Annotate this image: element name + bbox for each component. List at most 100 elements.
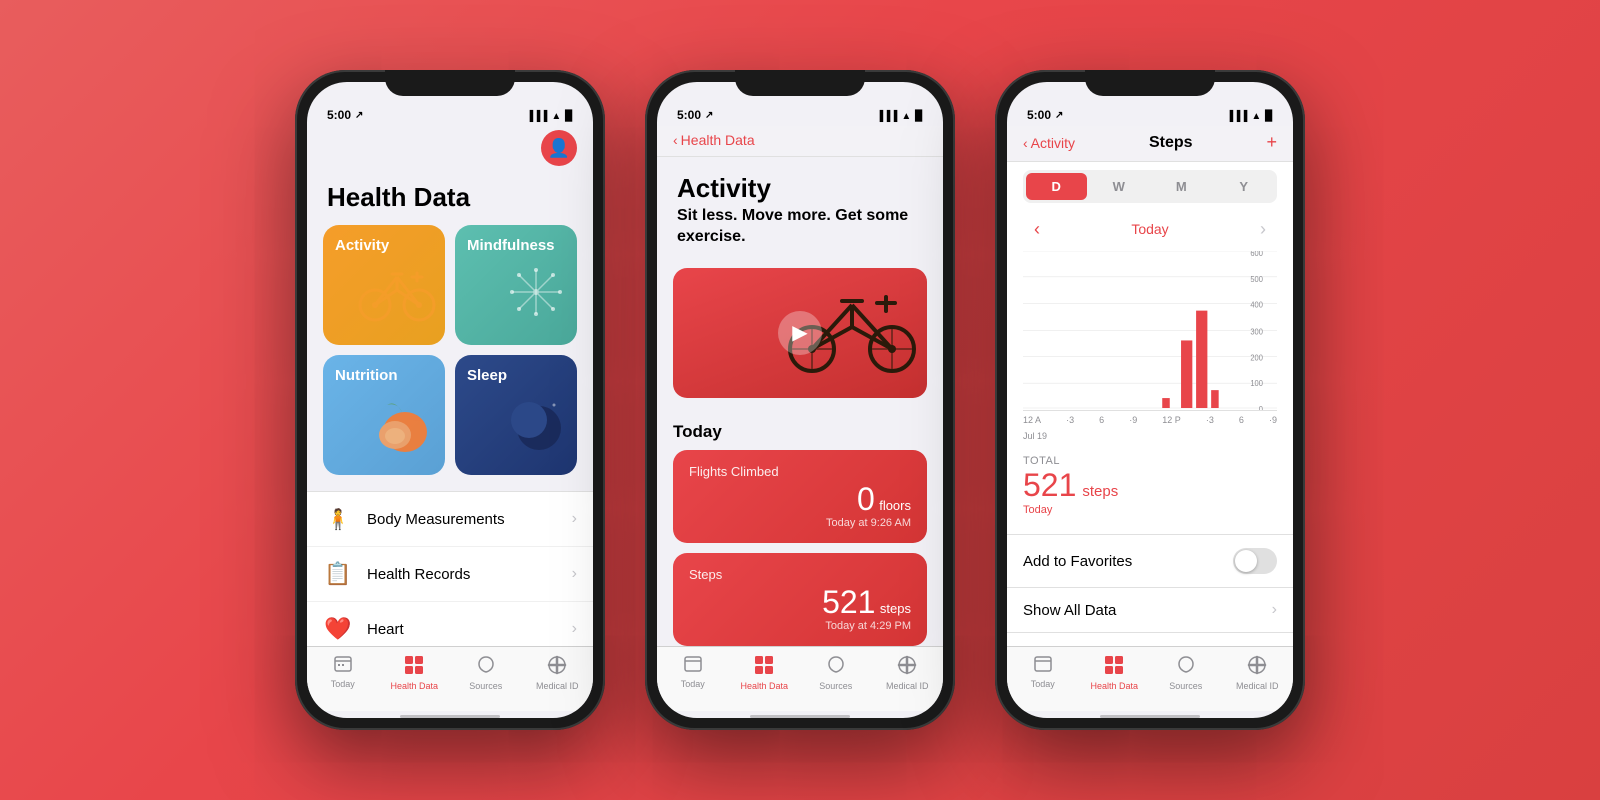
svg-text:600: 600	[1250, 251, 1263, 258]
tab-sources-3[interactable]: Sources	[1158, 655, 1213, 691]
steps-screen: D W M Y ‹ Today ›	[1007, 162, 1293, 646]
profile-button[interactable]: 👤	[541, 130, 577, 166]
sleep-icon	[504, 390, 569, 467]
profile-icon: 👤	[548, 138, 570, 159]
back-button-3[interactable]: ‹ Activity	[1023, 135, 1075, 151]
add-favorites-item[interactable]: Add to Favorites	[1007, 535, 1293, 588]
time-1: 5:00	[327, 108, 351, 122]
tab-sources-2[interactable]: Sources	[808, 655, 863, 691]
phone-3: 5:00 ↗ ▐▐▐ ▲ ▉ ‹ Activity Steps +	[995, 70, 1305, 730]
tab-today-2[interactable]: Today	[665, 655, 720, 691]
activity-video[interactable]: ▶	[673, 268, 927, 398]
today-label-3: Today	[1031, 679, 1055, 689]
tab-week[interactable]: W	[1089, 173, 1150, 200]
chart-prev-button[interactable]: ‹	[1023, 215, 1051, 243]
tab-today-3[interactable]: Today	[1015, 655, 1070, 691]
activity-screen: Activity Sit less. Move more. Get some e…	[657, 157, 943, 646]
medicalid-icon-3	[1247, 655, 1267, 678]
tab-sources-1[interactable]: Sources	[458, 655, 513, 691]
list-item-heart[interactable]: ❤️ Heart ›	[307, 602, 593, 646]
tab-healthdata-2[interactable]: Health Data	[737, 655, 792, 691]
metric-steps[interactable]: Steps 521 steps Today at 4:29 PM	[673, 553, 927, 646]
metric-flights[interactable]: Flights Climbed 0 floors Today at 9:26 A…	[673, 450, 927, 543]
home-indicator-1	[400, 715, 500, 718]
tab-bar-1: Today Health Data Sources	[307, 646, 593, 711]
location-icon-2: ↗	[705, 110, 713, 121]
play-button[interactable]: ▶	[778, 311, 822, 355]
notch-2	[735, 70, 865, 96]
back-label-3: Activity	[1031, 135, 1075, 151]
activity-icon	[357, 255, 437, 337]
steps-chart: 600 500 400 300 200 100 0	[1023, 251, 1277, 411]
svg-text:100: 100	[1250, 379, 1263, 388]
svg-text:400: 400	[1250, 300, 1263, 309]
chart-period-label: Today	[1131, 221, 1168, 237]
tab-healthdata-1[interactable]: Health Data	[387, 655, 442, 691]
healthdata-icon-3	[1104, 655, 1124, 678]
tab-medicalid-2[interactable]: Medical ID	[880, 655, 935, 691]
flights-label: Flights Climbed	[689, 464, 911, 479]
flights-value: 0	[857, 481, 875, 517]
tab-healthdata-3[interactable]: Health Data	[1087, 655, 1142, 691]
tab-month[interactable]: M	[1151, 173, 1212, 200]
tab-medicalid-1[interactable]: Medical ID	[530, 655, 585, 691]
time-3: 5:00	[1027, 108, 1051, 122]
battery-icon-1: ▉	[565, 111, 573, 122]
steps-settings: Add to Favorites Show All Data › Data So…	[1007, 534, 1293, 646]
activity-title: Activity	[677, 173, 923, 204]
chart-navigation: ‹ Today ›	[1007, 211, 1293, 251]
flights-time: Today at 9:26 AM	[826, 517, 911, 529]
location-icon-3: ↗	[1055, 110, 1063, 121]
show-all-data-label: Show All Data	[1023, 602, 1116, 619]
steps-nav-title: Steps	[1149, 134, 1193, 152]
back-label-2: Health Data	[681, 132, 755, 148]
activity-label: Activity	[335, 237, 389, 254]
phone-1: 5:00 ↗ ▐▐▐ ▲ ▉ 👤 Health Data	[295, 70, 605, 730]
add-button-3[interactable]: +	[1266, 132, 1277, 153]
list-item-body[interactable]: 🧍 Body Measurements ›	[307, 492, 593, 547]
medicalid-icon-1	[547, 655, 567, 678]
signal-icon-3: ▐▐▐	[1226, 111, 1247, 122]
heart-icon: ❤️	[323, 614, 353, 644]
category-nutrition[interactable]: Nutrition	[323, 355, 445, 475]
data-sources-item[interactable]: Data Sources & Access ›	[1007, 633, 1293, 646]
category-mindfulness[interactable]: Mindfulness	[455, 225, 577, 345]
tab-bar-3: Today Health Data Sources	[1007, 646, 1293, 711]
healthdata-label-3: Health Data	[1090, 681, 1138, 691]
signal-icon-1: ▐▐▐	[526, 111, 547, 122]
chart-date: Jul 19	[1007, 429, 1293, 445]
chart-next-button[interactable]: ›	[1249, 215, 1277, 243]
today-icon-3	[1033, 655, 1053, 676]
list-item-records[interactable]: 📋 Health Records ›	[307, 547, 593, 602]
svg-text:200: 200	[1250, 353, 1263, 362]
healthdata-icon-1	[404, 655, 424, 678]
tab-today-1[interactable]: Today	[315, 655, 370, 691]
health-data-screen: Health Data Activity	[307, 166, 593, 646]
back-button-2[interactable]: ‹ Health Data	[673, 132, 755, 148]
home-indicator-2	[750, 715, 850, 718]
signal-icon-2: ▐▐▐	[876, 111, 897, 122]
tab-medicalid-3[interactable]: Medical ID	[1230, 655, 1285, 691]
today-label-1: Today	[331, 679, 355, 689]
svg-text:500: 500	[1250, 275, 1263, 284]
category-sleep[interactable]: Sleep	[455, 355, 577, 475]
favorites-toggle[interactable]	[1233, 548, 1277, 574]
show-all-data-item[interactable]: Show All Data ›	[1007, 588, 1293, 633]
steps-unit-2: steps	[880, 601, 911, 616]
body-measurements-label: Body Measurements	[367, 511, 558, 528]
nav-bar-3: ‹ Activity Steps +	[1007, 126, 1293, 162]
notch-3	[1085, 70, 1215, 96]
tab-year[interactable]: Y	[1214, 173, 1275, 200]
nav-bar-2: ‹ Health Data	[657, 126, 943, 157]
steps-total: TOTAL 521 steps Today	[1007, 445, 1293, 526]
sources-label-1: Sources	[469, 681, 502, 691]
total-unit: steps	[1082, 483, 1118, 500]
phone-2: 5:00 ↗ ▐▐▐ ▲ ▉ ‹ Health Data	[645, 70, 955, 730]
category-activity[interactable]: Activity	[323, 225, 445, 345]
svg-text:300: 300	[1250, 327, 1263, 336]
tab-day[interactable]: D	[1026, 173, 1087, 200]
today-label-2: Today	[681, 679, 705, 689]
tab-bar-2: Today Health Data Sources	[657, 646, 943, 711]
heart-chevron-icon: ›	[572, 620, 577, 638]
healthdata-label-1: Health Data	[390, 681, 438, 691]
